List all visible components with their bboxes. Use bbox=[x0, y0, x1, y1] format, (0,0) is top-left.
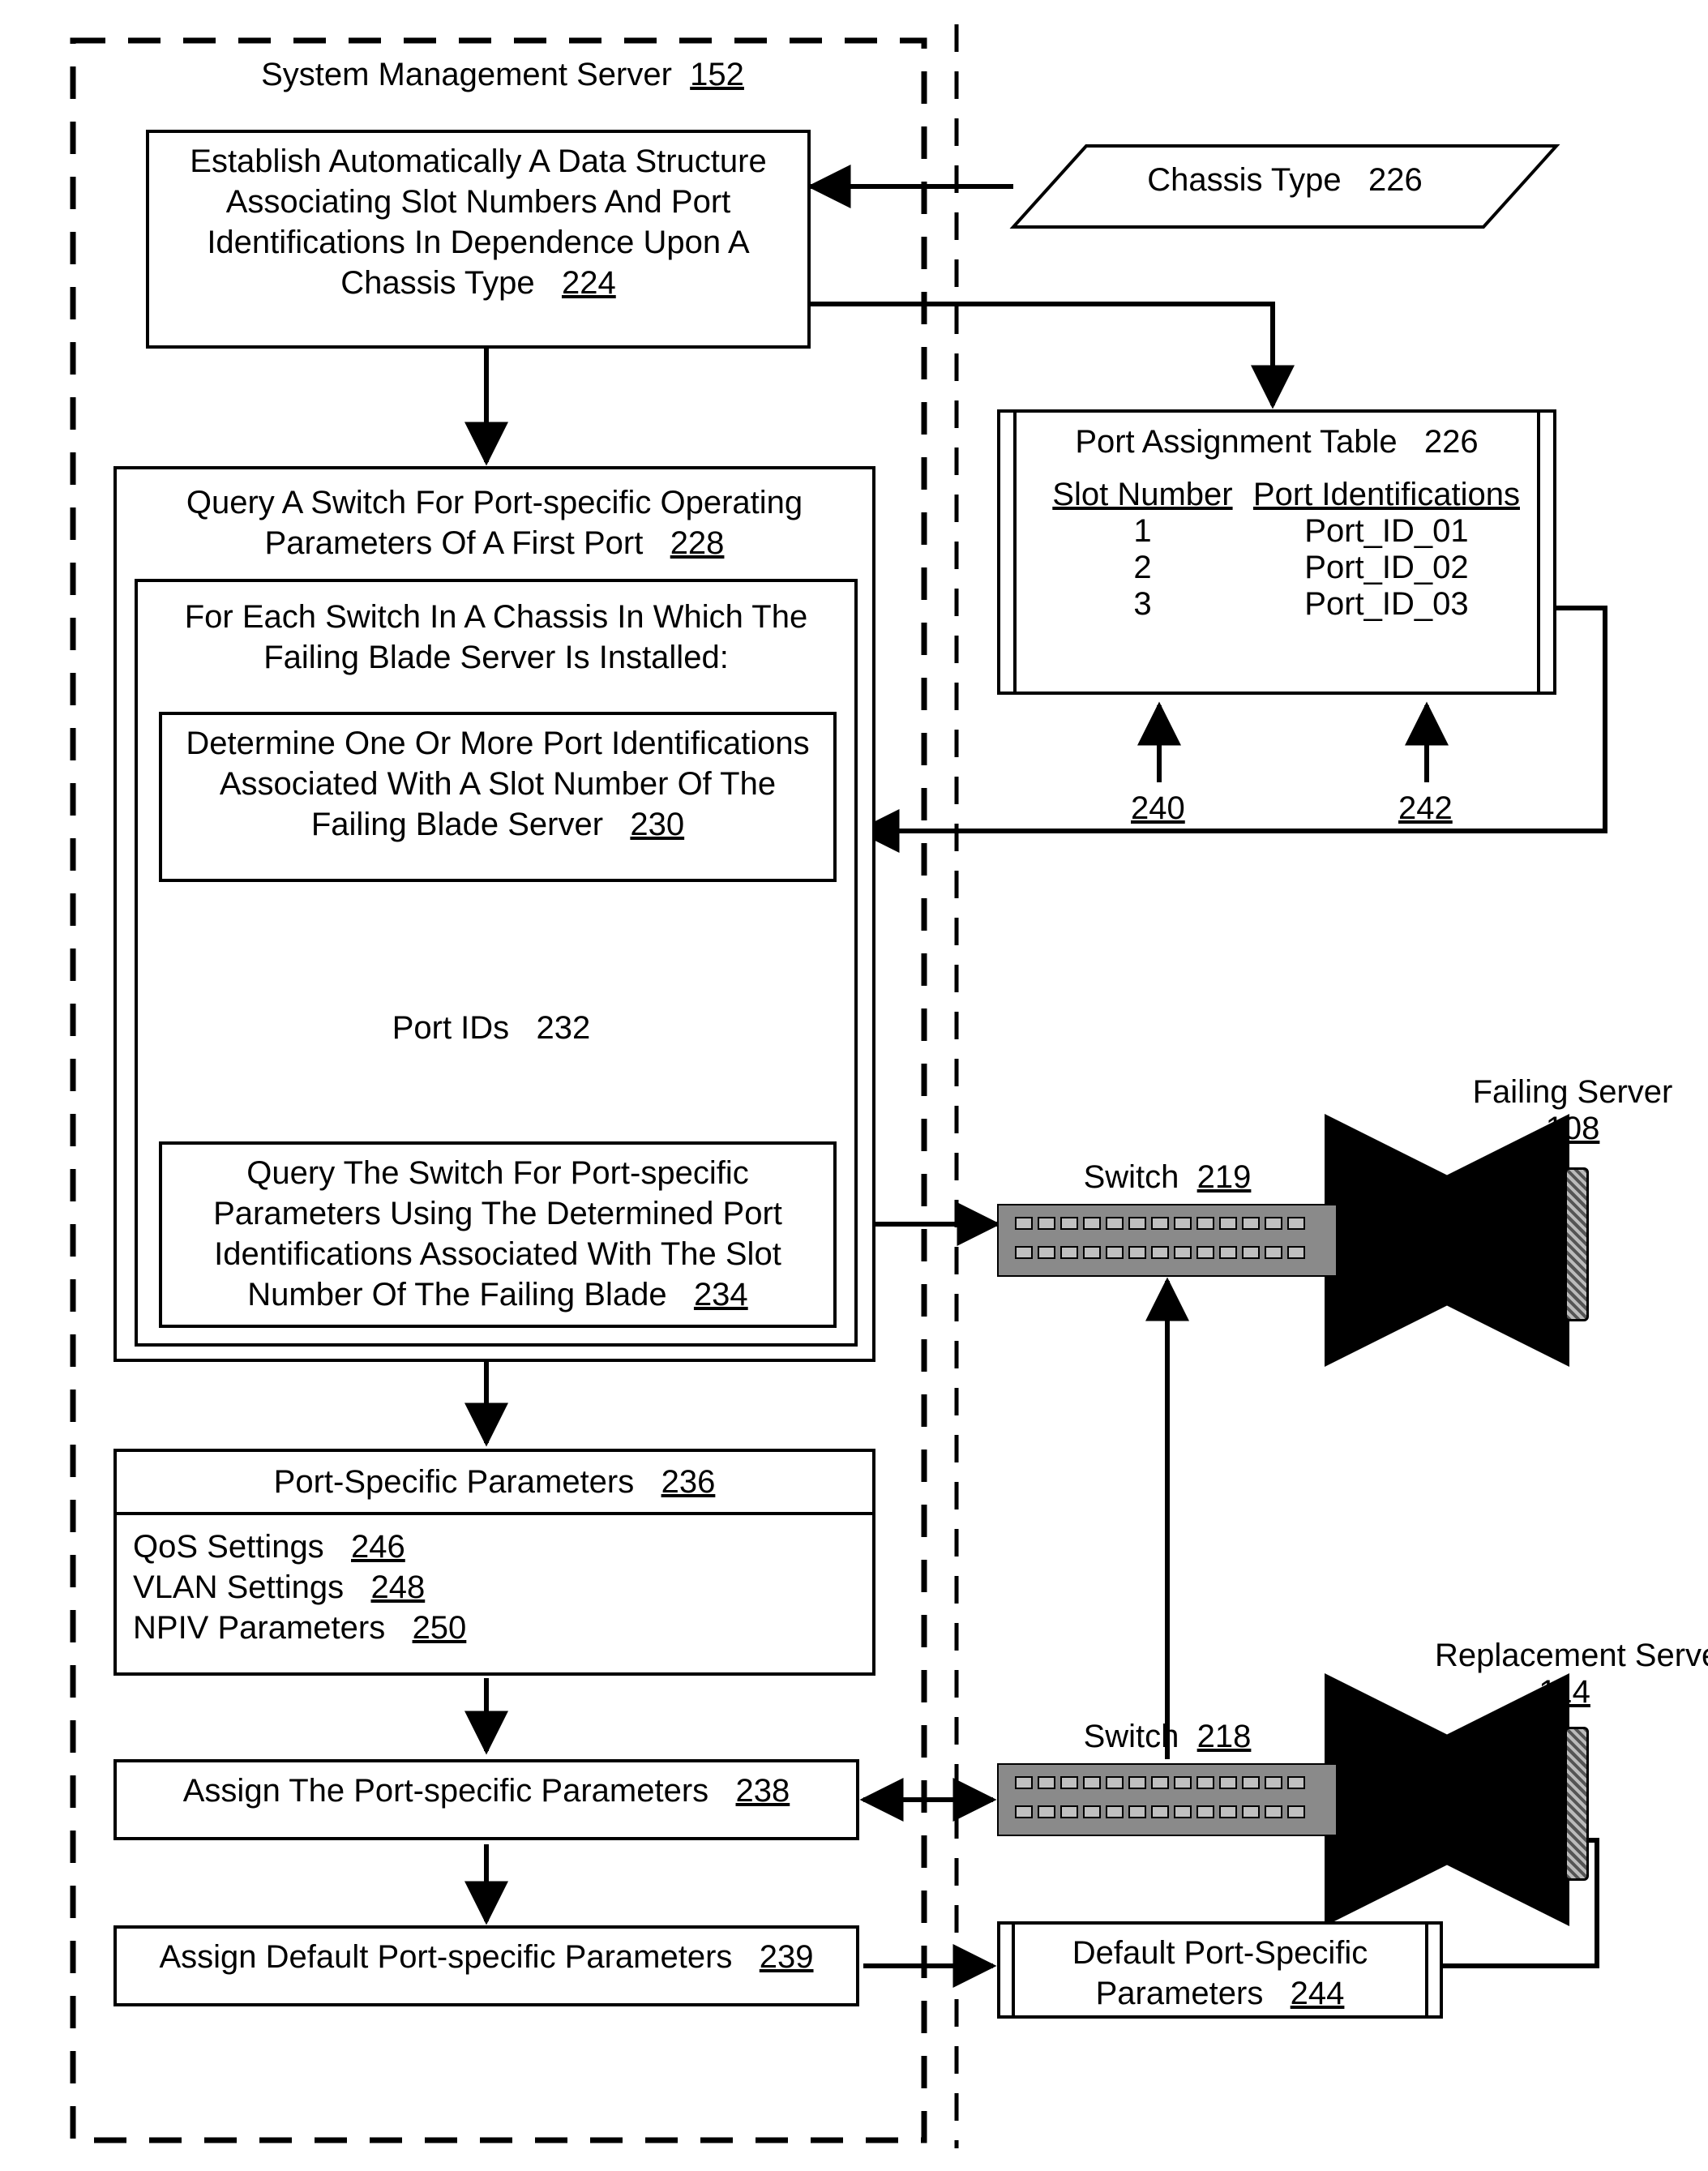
box-assign-default-port-specific: Assign Default Port-specific Parameters … bbox=[113, 1925, 859, 2006]
box-default-port-specific-params: Default Port-Specific Parameters 244 bbox=[997, 1921, 1443, 2019]
chassis-type-ref: 226 bbox=[1368, 162, 1423, 198]
switch219-device bbox=[997, 1204, 1338, 1277]
failing-server-icon bbox=[1565, 1167, 1589, 1321]
switch218-text: Switch bbox=[1084, 1719, 1179, 1754]
port-ids-ref: 232 bbox=[537, 1010, 591, 1046]
port-row-2: Port_ID_03 bbox=[1252, 586, 1521, 623]
ref-240: 240 bbox=[1131, 790, 1185, 827]
box-determine-port-ids: Determine One Or More Port Identificatio… bbox=[159, 712, 837, 882]
box238-text: Assign The Port-specific Parameters bbox=[183, 1773, 708, 1809]
box228-ref: 228 bbox=[670, 525, 725, 561]
chassis-type-label: Chassis Type 226 bbox=[1102, 162, 1467, 199]
box-for-each-switch: For Each Switch In A Chassis In Which Th… bbox=[135, 579, 858, 1347]
col-port-id: Port Identifications bbox=[1252, 477, 1521, 513]
param-npiv-ref: 250 bbox=[413, 1610, 467, 1646]
switch219-text: Switch bbox=[1084, 1159, 1179, 1195]
box236-ref: 236 bbox=[661, 1464, 716, 1500]
box224-ref: 224 bbox=[562, 265, 616, 301]
box239-ref: 239 bbox=[760, 1939, 814, 1975]
box230-text: Determine One Or More Port Identificatio… bbox=[186, 726, 809, 842]
box234-ref: 234 bbox=[694, 1277, 748, 1312]
switch218-label: Switch 218 bbox=[1046, 1719, 1289, 1755]
port-table-ref: 226 bbox=[1424, 424, 1479, 460]
port-assignment-table: Port Assignment Table 226 Slot Number Po… bbox=[997, 409, 1556, 695]
param-qos-ref: 246 bbox=[351, 1529, 405, 1565]
replacement-server-text: Replacement Server bbox=[1435, 1638, 1708, 1673]
sms-title: System Management Server 152 bbox=[203, 57, 803, 93]
port-row-1: Port_ID_02 bbox=[1252, 550, 1521, 586]
port-row-0: Port_ID_01 bbox=[1252, 513, 1521, 550]
failing-server-text: Failing Server bbox=[1473, 1074, 1673, 1110]
box-query-switch-first-port: Query A Switch For Port-specific Operati… bbox=[113, 466, 875, 1362]
switch218-ref: 218 bbox=[1197, 1719, 1252, 1754]
box239-text: Assign Default Port-specific Parameters bbox=[159, 1939, 732, 1975]
box-establish-data-structure: Establish Automatically A Data Structure… bbox=[146, 130, 811, 349]
box230-ref: 230 bbox=[630, 807, 684, 842]
param-vlan: VLAN Settings bbox=[133, 1569, 344, 1605]
port-table-title: Port Assignment Table bbox=[1075, 424, 1397, 460]
param-vlan-ref: 248 bbox=[370, 1569, 425, 1605]
box238-ref: 238 bbox=[736, 1773, 790, 1809]
switch218-device bbox=[997, 1763, 1338, 1836]
replacement-server-icon bbox=[1565, 1727, 1589, 1881]
box-query-switch-determined-ids: Query The Switch For Port-specific Param… bbox=[159, 1141, 837, 1328]
box236-title: Port-Specific Parameters bbox=[274, 1464, 635, 1500]
slot-row-0: 1 bbox=[1033, 513, 1252, 550]
replacement-server-ref: 114 bbox=[1539, 1674, 1590, 1710]
each-switch-text: For Each Switch In A Chassis In Which Th… bbox=[185, 599, 807, 675]
port-ids-label: Port IDs 232 bbox=[370, 1010, 613, 1047]
box-port-specific-parameters: Port-Specific Parameters 236 QoS Setting… bbox=[113, 1449, 875, 1676]
col-slot-number: Slot Number bbox=[1033, 477, 1252, 513]
box244-ref: 244 bbox=[1291, 1976, 1345, 2011]
sms-title-text: System Management Server bbox=[261, 57, 672, 92]
sms-title-ref: 152 bbox=[690, 57, 744, 92]
param-npiv: NPIV Parameters bbox=[133, 1610, 385, 1646]
box224-text: Establish Automatically A Data Structure… bbox=[190, 143, 766, 301]
failing-server-label: Failing Server 108 bbox=[1451, 1074, 1694, 1147]
switch219-ref: 219 bbox=[1197, 1159, 1252, 1195]
slot-row-2: 3 bbox=[1033, 586, 1252, 623]
slot-row-1: 2 bbox=[1033, 550, 1252, 586]
port-ids-text: Port IDs bbox=[392, 1010, 509, 1046]
box-assign-port-specific: Assign The Port-specific Parameters 238 bbox=[113, 1759, 859, 1840]
ref-242: 242 bbox=[1398, 790, 1453, 827]
chassis-type-text: Chassis Type bbox=[1147, 162, 1341, 198]
param-qos: QoS Settings bbox=[133, 1529, 324, 1565]
failing-server-ref: 108 bbox=[1546, 1111, 1600, 1146]
replacement-server-label: Replacement Server 114 bbox=[1435, 1638, 1694, 1711]
switch219-label: Switch 219 bbox=[1046, 1159, 1289, 1196]
